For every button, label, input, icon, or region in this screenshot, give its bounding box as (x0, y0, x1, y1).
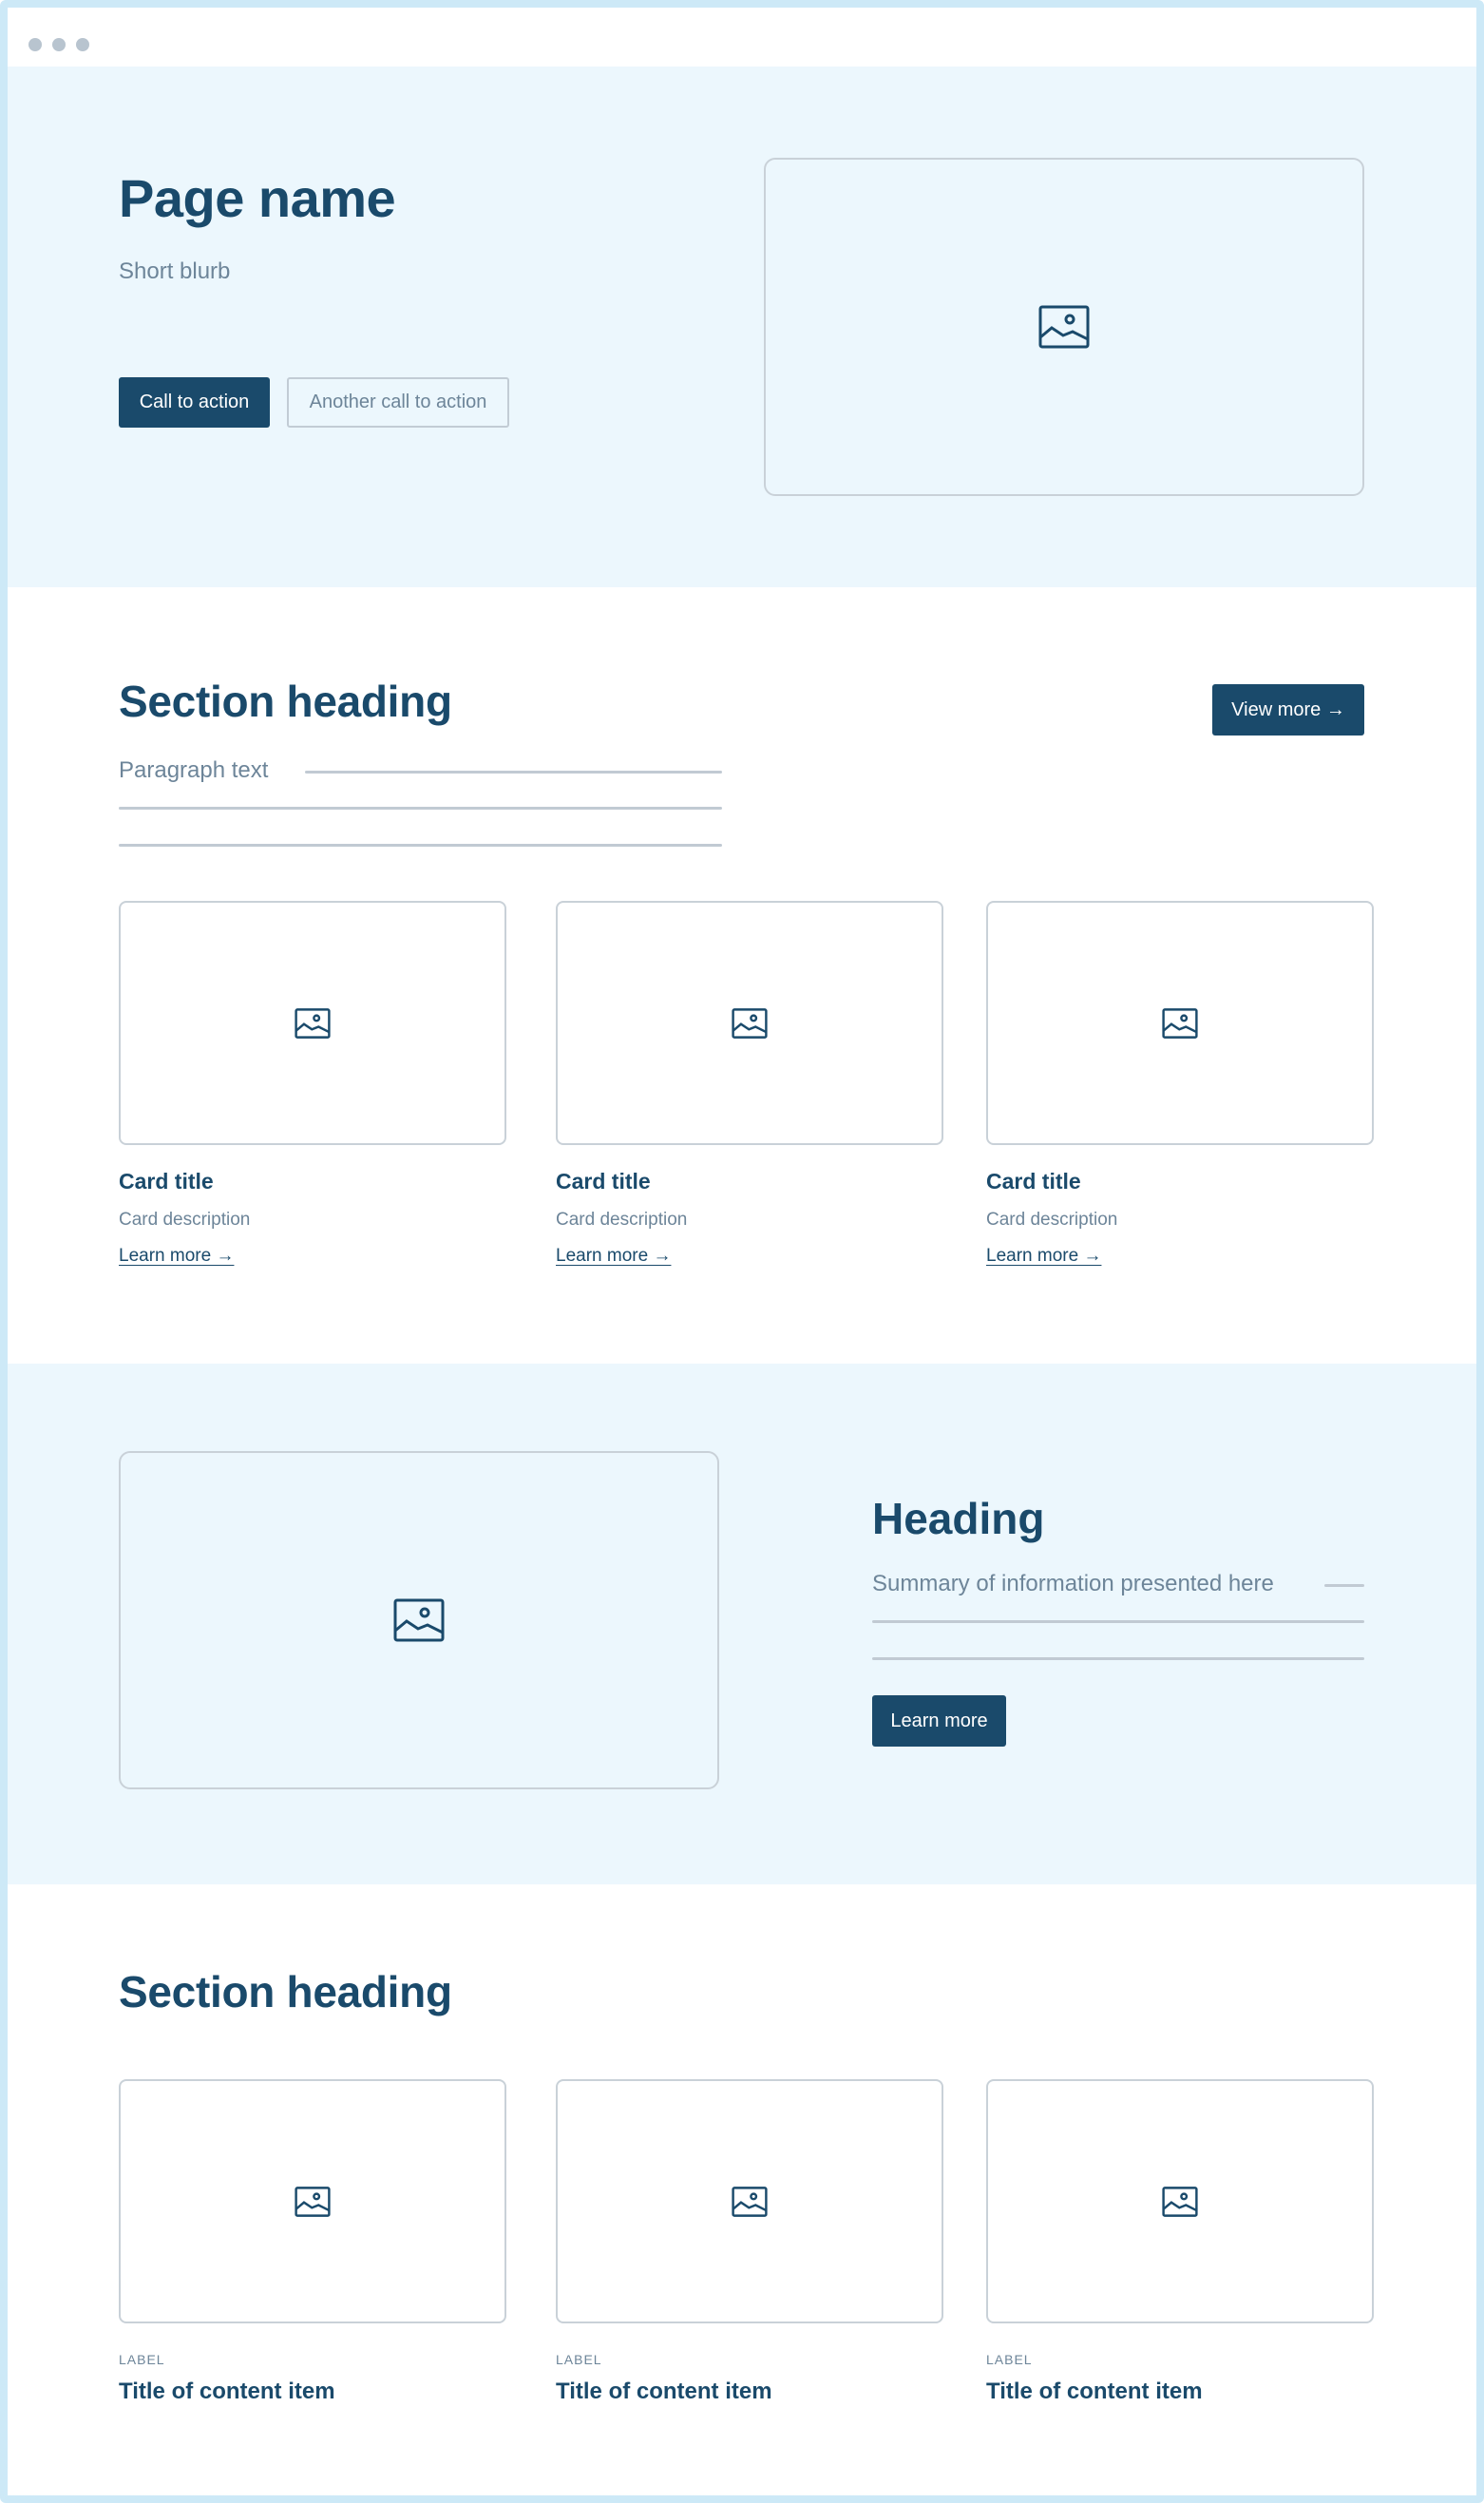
card-description: Card description (119, 1210, 251, 1230)
image-icon (1038, 305, 1090, 349)
image-icon (732, 1007, 768, 1039)
text-line-placeholder (305, 771, 722, 774)
paragraph-text: Paragraph text (119, 757, 269, 783)
card-image-placeholder (556, 901, 943, 1145)
hero-image-placeholder (764, 158, 1364, 496)
text-line-placeholder (872, 1657, 1364, 1660)
learn-more-link[interactable]: Learn more → (556, 1246, 671, 1267)
learn-more-link[interactable]: Learn more → (986, 1246, 1101, 1267)
call-to-action-button[interactable]: Call to action (119, 377, 270, 428)
learn-more-button[interactable]: Learn more (872, 1695, 1006, 1747)
content-item-image-placeholder (556, 2079, 943, 2323)
content-item-label: LABEL (986, 2352, 1033, 2367)
image-icon (295, 1007, 331, 1039)
content-item-image-placeholder (119, 2079, 506, 2323)
feature-summary: Summary of information presented here (872, 1571, 1274, 1596)
browser-frame: Page name Short blurb Call to action Ano… (0, 0, 1484, 2503)
window-dot-icon (76, 38, 89, 51)
content-item-image-placeholder (986, 2079, 1374, 2323)
image-icon (1162, 2186, 1198, 2217)
page-title: Page name (119, 168, 396, 228)
image-icon (1162, 1007, 1198, 1039)
image-icon (393, 1598, 445, 1642)
section-heading: Section heading (119, 677, 452, 726)
learn-more-link[interactable]: Learn more → (119, 1246, 234, 1267)
content-item-label: LABEL (119, 2352, 165, 2367)
view-more-button[interactable]: View more → (1212, 684, 1364, 736)
card-description: Card description (986, 1210, 1118, 1230)
image-icon (732, 2186, 768, 2217)
feature-heading: Heading (872, 1494, 1045, 1543)
text-line-placeholder (1324, 1584, 1364, 1587)
section-heading: Section heading (119, 1967, 452, 2016)
text-line-placeholder (872, 1620, 1364, 1623)
text-line-placeholder (119, 807, 722, 810)
secondary-call-to-action-button[interactable]: Another call to action (287, 377, 509, 428)
content-item-title[interactable]: Title of content item (986, 2379, 1203, 2405)
card-description: Card description (556, 1210, 688, 1230)
content-item-title[interactable]: Title of content item (119, 2379, 335, 2405)
window-dot-icon (29, 38, 42, 51)
content-item-label: LABEL (556, 2352, 602, 2367)
browser-bar (8, 8, 1476, 67)
image-icon (295, 2186, 331, 2217)
card-title: Card title (986, 1169, 1081, 1194)
card-title: Card title (556, 1169, 651, 1194)
card-image-placeholder (119, 901, 506, 1145)
content-item-title[interactable]: Title of content item (556, 2379, 772, 2405)
card-image-placeholder (986, 901, 1374, 1145)
feature-image-placeholder (119, 1451, 719, 1789)
window-dot-icon (52, 38, 66, 51)
text-line-placeholder (119, 844, 722, 847)
card-title: Card title (119, 1169, 214, 1194)
hero-blurb: Short blurb (119, 258, 231, 284)
